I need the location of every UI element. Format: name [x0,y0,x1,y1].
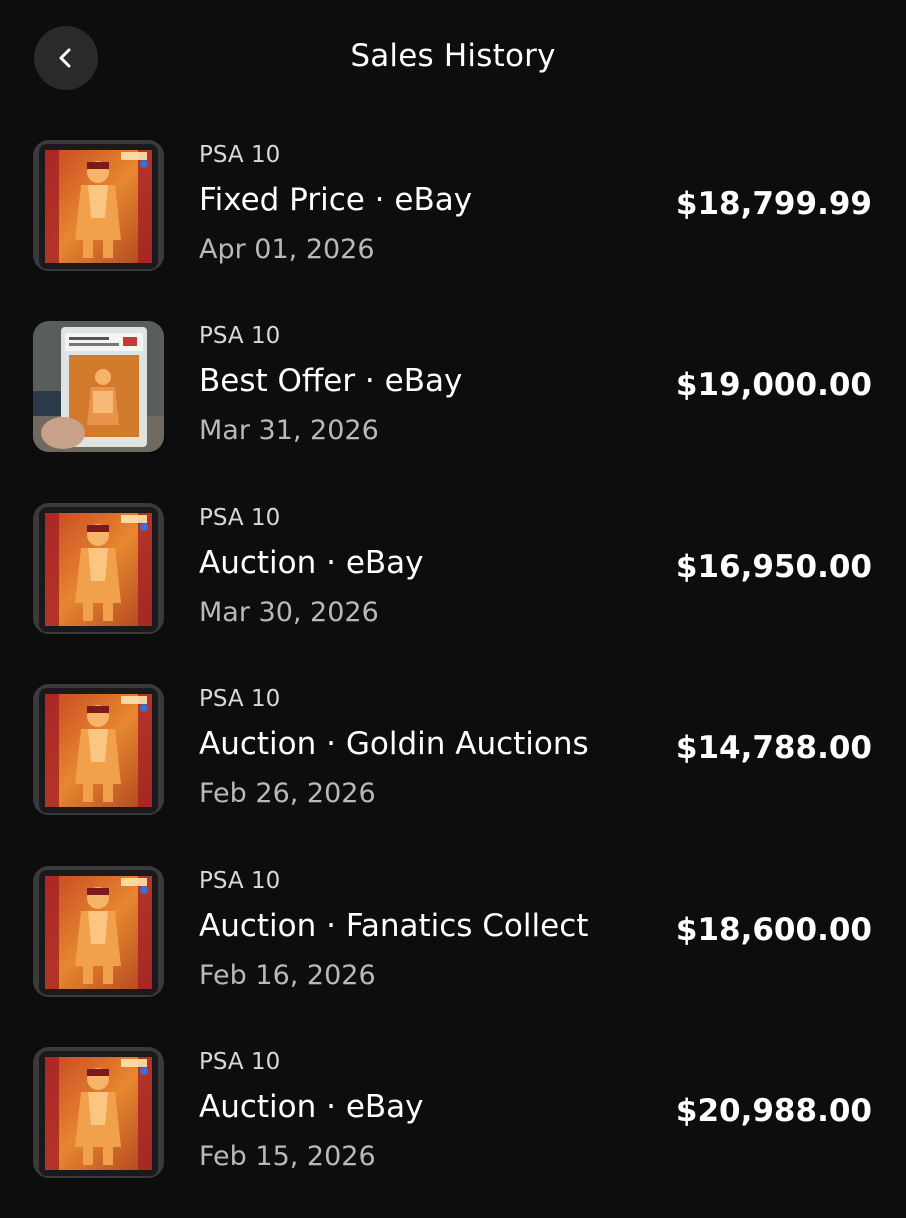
card-thumbnail[interactable] [33,321,164,453]
sale-row[interactable]: PSA 10 Auction · eBay Feb 15, 2026 $20,9… [0,1037,906,1218]
grade-label: PSA 10 [199,686,281,713]
sale-type-label: Best Offer · eBay [199,363,463,400]
sale-type-label: Auction · Fanatics Collect [199,907,589,944]
card-thumbnail[interactable] [33,865,164,997]
card-thumbnail[interactable] [33,1046,164,1178]
grade-label: PSA 10 [199,142,281,168]
sale-row[interactable]: PSA 10 Auction · Fanatics Collect Feb 16… [0,856,906,1037]
sale-date-label: Mar 31, 2026 [199,415,379,447]
sale-price: $18,600.00 [675,911,872,948]
page-title: Sales History [350,38,556,74]
sale-row[interactable]: PSA 10 Auction · eBay Mar 30, 2026 $16,9… [0,493,906,674]
sale-type-label: Fixed Price · eBay [199,182,473,218]
sale-date-label: Feb 15, 2026 [199,1140,376,1172]
grade-label: PSA 10 [199,867,281,894]
sale-type-label: Auction · eBay [199,1088,424,1125]
sale-date-label: Mar 30, 2026 [199,596,379,628]
sale-price: $18,799.99 [675,186,872,222]
sale-date-label: Feb 16, 2026 [199,959,376,991]
grade-label: PSA 10 [199,323,281,350]
sale-row[interactable]: PSA 10 Fixed Price · eBay Apr 01, 2026 $… [0,130,906,311]
sale-price: $20,988.00 [675,1092,872,1129]
card-thumbnail[interactable] [33,140,164,271]
sale-row[interactable]: PSA 10 Best Offer · eBay Mar 31, 2026 $1… [0,311,906,492]
sale-row[interactable]: PSA 10 Auction · Goldin Auctions Feb 26,… [0,674,906,855]
card-thumbnail[interactable] [33,502,164,634]
grade-label: PSA 10 [199,504,281,531]
header: Sales History [0,0,906,118]
sale-date-label: Apr 01, 2026 [199,234,375,265]
sale-price: $14,788.00 [675,730,872,767]
sale-type-label: Auction · eBay [199,544,424,581]
sales-list: PSA 10 Fixed Price · eBay Apr 01, 2026 $… [0,130,906,1218]
card-thumbnail[interactable] [33,684,164,816]
sale-date-label: Feb 26, 2026 [199,778,376,810]
sale-price: $16,950.00 [675,548,872,585]
sale-type-label: Auction · Goldin Auctions [199,726,589,763]
sale-price: $19,000.00 [675,367,872,404]
grade-label: PSA 10 [199,1048,281,1075]
